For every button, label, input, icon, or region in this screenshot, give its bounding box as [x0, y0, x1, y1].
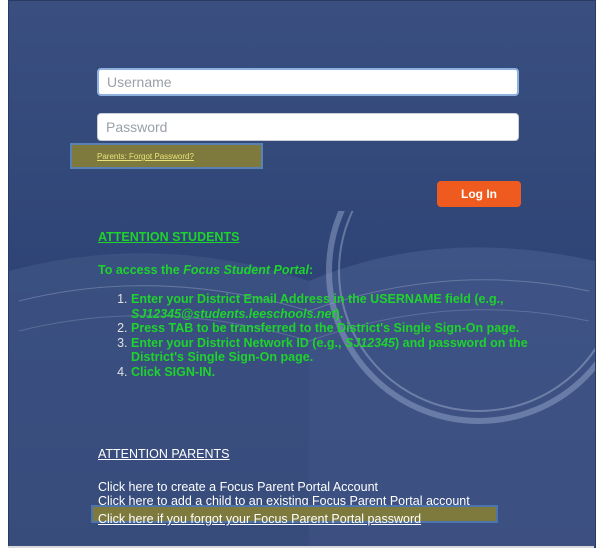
username-input[interactable] — [97, 68, 519, 96]
bottom-divider — [8, 546, 594, 548]
password-input[interactable] — [97, 113, 519, 141]
login-button[interactable]: Log In — [437, 181, 521, 207]
students-intro: To access the Focus Student Portal: — [98, 263, 314, 277]
step-4: Click SIGN-IN. — [131, 365, 571, 380]
parents-heading: ATTENTION PARENTS — [98, 447, 230, 461]
login-panel: Parents: Forgot Password? Log In ATTENTI… — [8, 0, 596, 548]
students-heading: ATTENTION STUDENTS — [98, 230, 240, 244]
create-account-link[interactable]: Click here to create a Focus Parent Port… — [98, 480, 378, 494]
step-2: Press TAB to be transferred to the Distr… — [131, 321, 571, 336]
step-3: Enter your District Network ID (e.g., SJ… — [131, 336, 571, 365]
student-steps-list: Enter your District Email Address in the… — [98, 292, 571, 379]
forgot-password-link[interactable]: Parents: Forgot Password? — [97, 152, 194, 161]
step-1: Enter your District Email Address in the… — [131, 292, 571, 321]
forgot-parent-password-link[interactable]: Click here if you forgot your Focus Pare… — [98, 512, 421, 526]
